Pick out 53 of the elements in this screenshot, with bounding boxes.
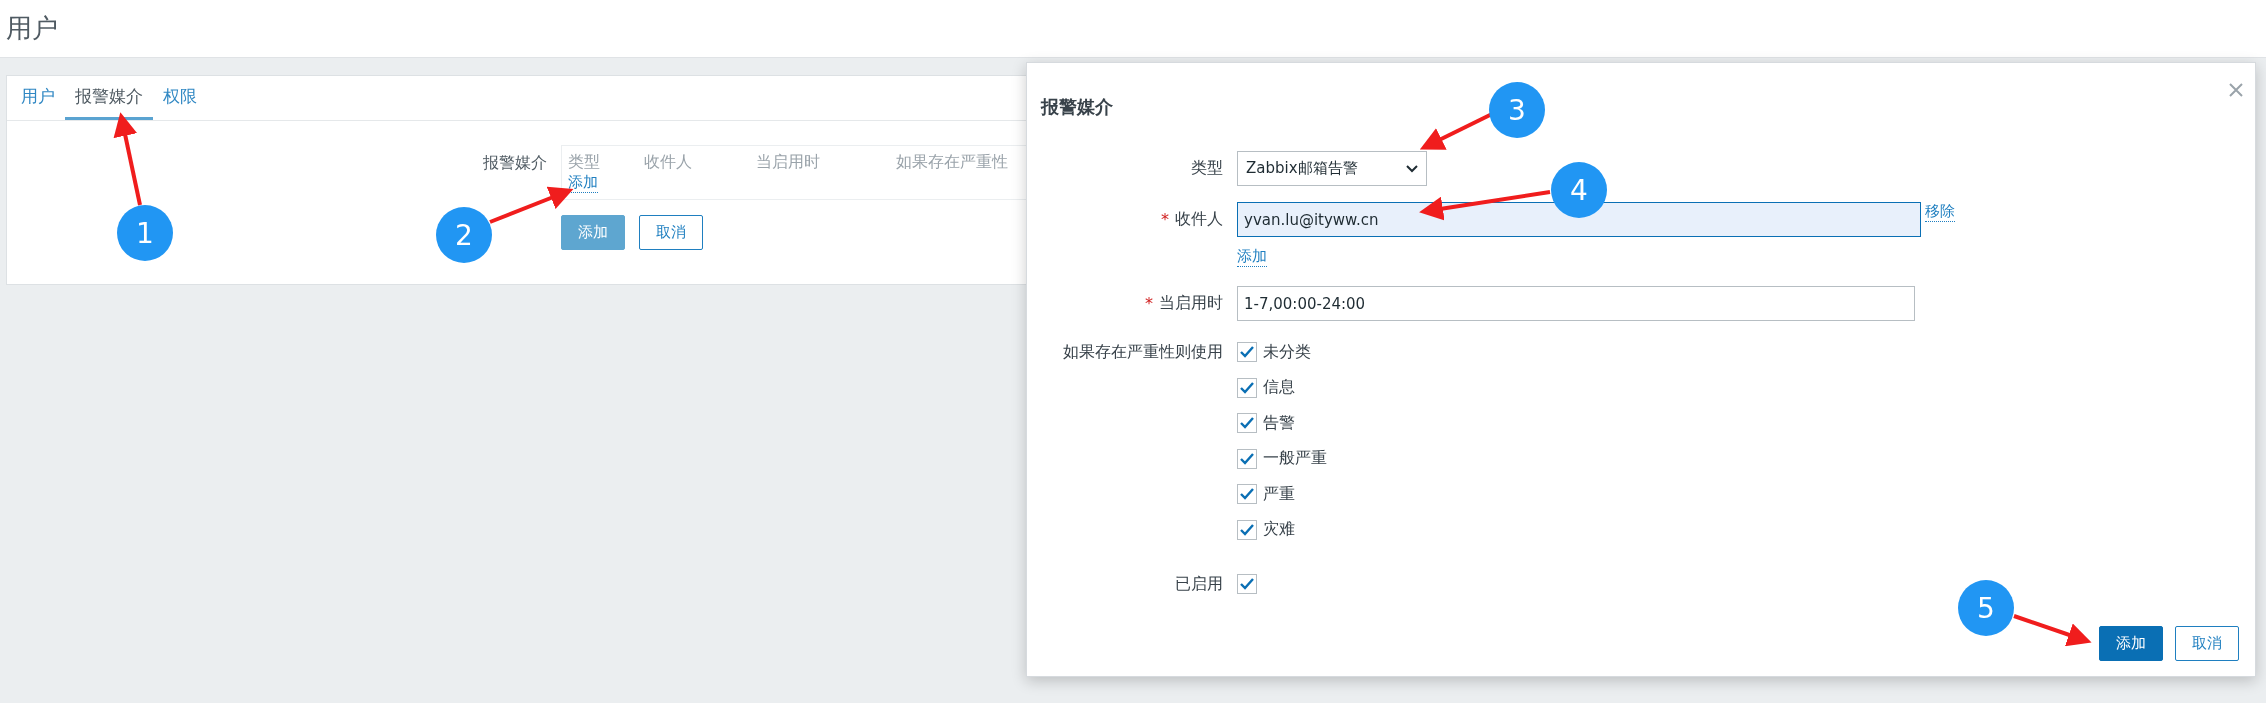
step-badge: 4	[1551, 162, 1607, 218]
checkbox[interactable]	[1237, 448, 1257, 469]
column-header: 当启用时	[756, 152, 821, 173]
tab[interactable]: 权限	[153, 76, 207, 120]
add-button[interactable]: 添加	[2099, 626, 2163, 661]
column-header: 如果存在严重性	[896, 152, 1009, 173]
checkbox[interactable]	[1237, 519, 1257, 540]
recipient-field[interactable]: yvan.lu@ityww.cn	[1237, 202, 1921, 237]
check-icon	[1240, 417, 1254, 429]
checkbox[interactable]	[1237, 342, 1257, 362]
checkbox[interactable]	[1237, 377, 1257, 398]
schedule-field[interactable]: 1-7,00:00-24:00	[1237, 286, 1915, 321]
checkbox-label: 严重	[1263, 483, 1295, 505]
step-badge: 3	[1489, 82, 1545, 138]
required-mark: *	[1145, 294, 1153, 313]
checkbox-label: 灾难	[1263, 519, 1295, 540]
tab[interactable]: 用户	[11, 76, 65, 120]
step-badge: 2	[436, 207, 492, 263]
type-select[interactable]: Zabbix邮箱告警	[1237, 151, 1427, 186]
field-label: 报警媒介	[483, 153, 547, 174]
check-icon	[1240, 452, 1254, 465]
field-label: 已启用	[1175, 573, 1223, 595]
step-badge: 1	[117, 205, 173, 261]
add-link[interactable]: 添加	[1237, 247, 1267, 267]
page-title: 用户	[6, 12, 58, 45]
column-header: 类型	[568, 152, 601, 173]
field-label: 如果存在严重性则使用	[1063, 342, 1223, 363]
field-label: 当启用时	[1159, 293, 1223, 314]
check-icon	[1240, 381, 1254, 394]
checkbox-label: 一般严重	[1263, 448, 1327, 469]
checkbox-label: 信息	[1263, 377, 1295, 398]
check-icon	[1240, 346, 1254, 358]
checkbox[interactable]	[1237, 484, 1257, 504]
remove-link[interactable]: 移除	[1925, 202, 1955, 222]
column-header: 收件人	[644, 152, 693, 173]
field-label: 类型	[1191, 158, 1223, 179]
dialog-title: 报警媒介	[1041, 95, 1113, 119]
check-icon	[1240, 488, 1254, 500]
add-button[interactable]: 添加	[561, 215, 625, 250]
chevron-down-icon	[1406, 164, 1418, 173]
checkbox[interactable]	[1237, 574, 1257, 594]
step-badge: 5	[1958, 580, 2014, 636]
check-icon	[1240, 523, 1254, 536]
checkbox[interactable]	[1237, 413, 1257, 433]
add-link[interactable]: 添加	[568, 173, 598, 193]
cancel-button[interactable]: 取消	[2175, 626, 2239, 661]
checkbox-label: 未分类	[1263, 341, 1311, 363]
cancel-button[interactable]: 取消	[639, 215, 703, 250]
checkbox-label: 告警	[1263, 412, 1295, 434]
tab[interactable]: 报警媒介	[65, 76, 153, 120]
required-mark: *	[1161, 210, 1169, 229]
check-icon	[1240, 578, 1254, 590]
field-label: 收件人	[1175, 209, 1223, 230]
